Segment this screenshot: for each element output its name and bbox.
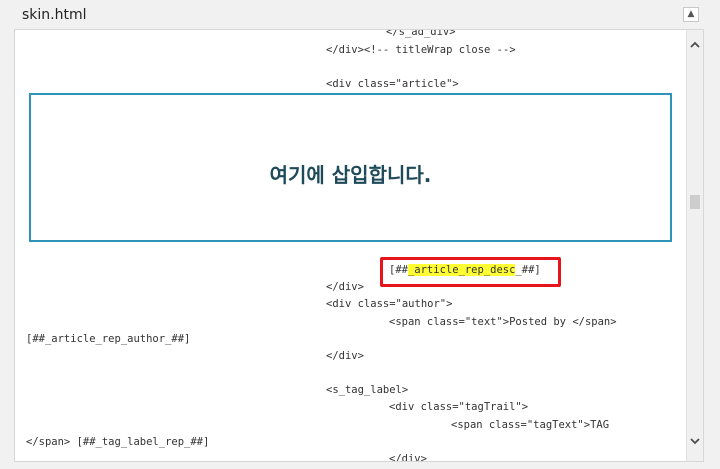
code-area[interactable]: </s_ad_div> </div><!-- titleWrap close -…	[15, 30, 687, 461]
scroll-thumb[interactable]	[690, 195, 700, 209]
code-line: </div>	[326, 350, 364, 362]
code-line: [##_article_rep_author_##]	[26, 333, 191, 345]
code-line: <div class="tagTrail">	[389, 401, 529, 413]
scroll-down-icon[interactable]	[687, 435, 703, 451]
code-line: <span class="text">Posted by </span>	[389, 316, 617, 328]
scroll-up-icon[interactable]	[687, 39, 703, 55]
code-line: </div><!-- titleWrap close -->	[326, 44, 516, 56]
code-line: </s_ad_div>	[386, 29, 456, 38]
file-title: skin.html	[22, 7, 87, 23]
code-line: </span> [##_tag_label_rep_##]	[26, 436, 210, 448]
code-line: </div>	[389, 453, 427, 462]
code-line: <span class="tagText">TAG	[451, 419, 610, 431]
insert-banner-text: 여기에 삽입합니다.	[269, 163, 432, 187]
code-line: <div class="article">	[326, 78, 459, 90]
vertical-scrollbar[interactable]	[686, 30, 703, 461]
highlight-annotation-box	[380, 257, 561, 287]
code-editor[interactable]: </s_ad_div> </div><!-- titleWrap close -…	[14, 29, 704, 462]
insert-placeholder-box: 여기에 삽입합니다.	[29, 93, 672, 242]
code-line: <s_tag_label>	[326, 384, 409, 396]
code-line: </div>	[326, 281, 364, 293]
code-line: <div class="author">	[326, 298, 453, 310]
collapse-icon[interactable]: ▲	[683, 7, 699, 22]
